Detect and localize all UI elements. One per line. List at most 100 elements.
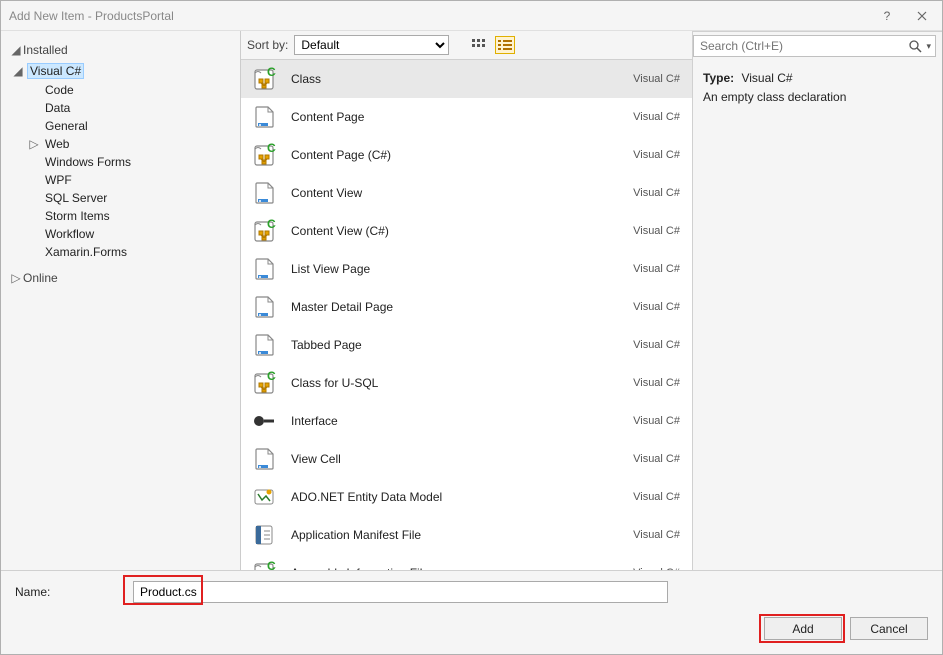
manifest-icon — [251, 522, 277, 548]
name-row: Name: — [15, 581, 928, 603]
template-row[interactable]: Content PageVisual C# — [241, 98, 692, 136]
installed-header[interactable]: ◢ Installed — [1, 39, 240, 61]
template-description: Type: Visual C# An empty class declarati… — [693, 65, 942, 111]
page-icon — [251, 256, 277, 282]
tree-node[interactable]: Code — [1, 81, 240, 99]
template-name: Content Page — [291, 110, 633, 124]
template-lang: Visual C# — [633, 415, 680, 427]
template-row[interactable]: ADO.NET Entity Data ModelVisual C# — [241, 478, 692, 516]
template-lang: Visual C# — [633, 73, 680, 85]
details-panel: ▾ Type: Visual C# An empty class declara… — [692, 31, 942, 570]
template-lang: Visual C# — [633, 111, 680, 123]
template-wrap: ClassVisual C#Content PageVisual C#Conte… — [241, 59, 692, 570]
view-list[interactable] — [495, 36, 515, 54]
center-column: Sort by: Default — [241, 31, 692, 570]
node-label: General — [43, 119, 90, 133]
cs-class-icon — [251, 66, 277, 92]
node-label: WPF — [43, 173, 74, 187]
tree-node[interactable]: ▷Web — [1, 135, 240, 153]
tree-node[interactable]: Data — [1, 99, 240, 117]
template-lang: Visual C# — [633, 263, 680, 275]
collapse-icon: ◢ — [13, 64, 23, 78]
description-text: An empty class declaration — [703, 88, 932, 107]
template-row[interactable]: InterfaceVisual C# — [241, 402, 692, 440]
expand-icon: ▷ — [11, 271, 21, 285]
template-name: Class for U-SQL — [291, 376, 633, 390]
node-label: Web — [43, 137, 71, 151]
template-row[interactable]: List View PageVisual C# — [241, 250, 692, 288]
template-row[interactable]: Content Page (C#)Visual C# — [241, 136, 692, 174]
button-row: Add Cancel — [15, 617, 928, 640]
template-lang: Visual C# — [633, 453, 680, 465]
search-input[interactable] — [700, 39, 908, 53]
sort-label: Sort by: — [247, 38, 288, 52]
node-label: Xamarin.Forms — [43, 245, 129, 259]
template-lang: Visual C# — [633, 187, 680, 199]
template-name: Interface — [291, 414, 633, 428]
template-row[interactable]: View CellVisual C# — [241, 440, 692, 478]
template-row[interactable]: Assembly Information FileVisual C# — [241, 554, 692, 570]
collapse-icon: ◢ — [11, 43, 21, 57]
search-icon — [908, 39, 922, 53]
online-label: Online — [23, 271, 58, 285]
template-name: Master Detail Page — [291, 300, 633, 314]
name-input[interactable] — [133, 581, 668, 603]
page-icon — [251, 180, 277, 206]
close-icon — [917, 11, 927, 21]
template-row[interactable]: ClassVisual C# — [241, 60, 692, 98]
online-header[interactable]: ▷ Online — [1, 267, 240, 289]
tree-node[interactable]: Storm Items — [1, 207, 240, 225]
page-icon — [251, 294, 277, 320]
cancel-button[interactable]: Cancel — [850, 617, 928, 640]
template-lang: Visual C# — [633, 339, 680, 351]
template-name: Content Page (C#) — [291, 148, 633, 162]
template-row[interactable]: Master Detail PageVisual C# — [241, 288, 692, 326]
template-row[interactable]: Content ViewVisual C# — [241, 174, 692, 212]
template-name: Tabbed Page — [291, 338, 633, 352]
tree-node[interactable]: General — [1, 117, 240, 135]
node-label: Visual C# — [27, 63, 84, 79]
grid-icon — [472, 39, 486, 51]
title-bar: Add New Item - ProductsPortal ? — [1, 1, 942, 31]
template-row[interactable]: Content View (C#)Visual C# — [241, 212, 692, 250]
template-row[interactable]: Class for U-SQLVisual C# — [241, 364, 692, 402]
help-button[interactable]: ? — [872, 1, 902, 31]
tree-node[interactable]: Xamarin.Forms — [1, 243, 240, 261]
node-label: SQL Server — [43, 191, 109, 205]
template-name: ADO.NET Entity Data Model — [291, 490, 633, 504]
template-lang: Visual C# — [633, 149, 680, 161]
template-name: List View Page — [291, 262, 633, 276]
page-icon — [251, 332, 277, 358]
type-value: Visual C# — [741, 71, 792, 85]
node-label: Data — [43, 101, 72, 115]
view-small-icons[interactable] — [469, 36, 489, 54]
template-name: View Cell — [291, 452, 633, 466]
template-lang: Visual C# — [633, 225, 680, 237]
category-tree[interactable]: ◢ Installed ◢ Visual C# Code Data General ▷… — [1, 31, 241, 570]
node-label: Workflow — [43, 227, 96, 241]
page-icon — [251, 446, 277, 472]
node-label: Code — [43, 83, 76, 97]
template-name: Content View — [291, 186, 633, 200]
search-box[interactable]: ▾ — [693, 35, 936, 57]
template-row[interactable]: Application Manifest FileVisual C# — [241, 516, 692, 554]
template-row[interactable]: Tabbed PageVisual C# — [241, 326, 692, 364]
template-list[interactable]: ClassVisual C#Content PageVisual C#Conte… — [241, 59, 692, 570]
footer-bar: Name: Add Cancel — [1, 570, 942, 654]
cs-class-icon — [251, 142, 277, 168]
tree-node[interactable]: Workflow — [1, 225, 240, 243]
node-label: Windows Forms — [43, 155, 133, 169]
cs-class-icon — [251, 560, 277, 570]
sort-dropdown[interactable]: Default — [294, 35, 449, 55]
tree-node[interactable]: WPF — [1, 171, 240, 189]
tree-node[interactable]: SQL Server — [1, 189, 240, 207]
tree-node-visual-csharp[interactable]: ◢ Visual C# — [1, 61, 240, 81]
close-button[interactable] — [902, 1, 942, 31]
model-icon — [251, 484, 277, 510]
template-name: Content View (C#) — [291, 224, 633, 238]
search-dropdown-icon[interactable]: ▾ — [926, 41, 931, 52]
add-button[interactable]: Add — [764, 617, 842, 640]
cs-class-icon — [251, 218, 277, 244]
interface-icon — [251, 408, 277, 434]
tree-node[interactable]: Windows Forms — [1, 153, 240, 171]
